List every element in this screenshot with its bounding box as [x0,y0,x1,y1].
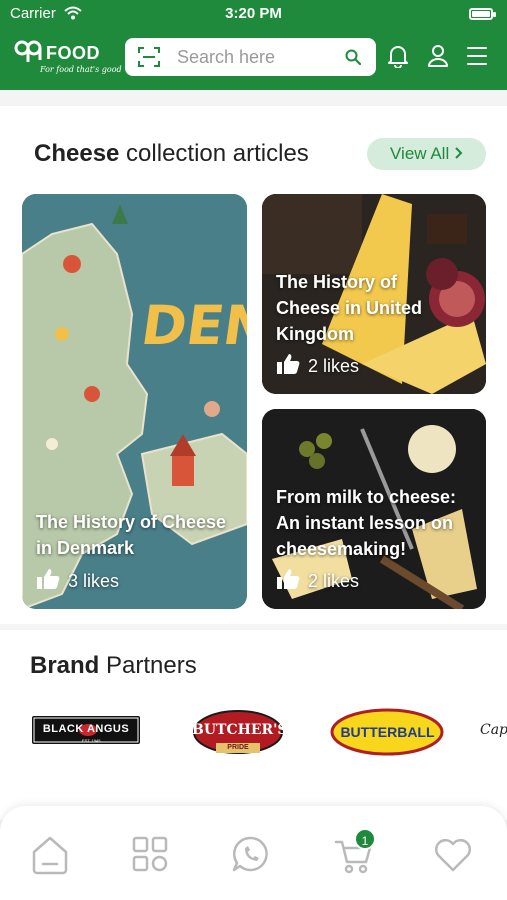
brand-name: FOOD [46,43,100,63]
bell-icon[interactable] [387,44,409,68]
brand-logo-text: BUTCHER'S [192,722,288,738]
thumbs-up-icon [277,569,300,589]
status-bar: Carrier 3:20 PM [0,0,507,28]
brand-logo-text: BUTTERBALL [340,724,435,740]
whatsapp-icon[interactable] [229,832,273,876]
article-title: The History of Cheese in United Kingdom [276,272,423,344]
partner-logo-butterball[interactable]: BUTTERBALL [330,708,445,756]
barcode-scan-icon[interactable] [137,46,161,68]
user-icon[interactable] [427,44,449,68]
status-time: 3:20 PM [225,5,282,22]
article-likes: 2 likes [276,568,359,592]
search-bar[interactable] [125,38,376,76]
brand-logo[interactable]: FOOD For food that's good [14,40,122,76]
brand-logo-text: BLACK ANGUS [42,723,130,735]
heart-icon[interactable] [431,832,475,876]
brand-partners-heading: Brand Partners [30,652,197,679]
brand-logo-text: PRIDE [227,744,249,751]
battery-icon [469,8,496,20]
bottom-tab-bar [0,806,507,900]
article-title: From milk to cheese: An instant lesson o… [276,487,457,559]
grid-icon[interactable] [128,832,172,876]
view-all-button[interactable]: View All [367,138,486,170]
article-card-denmark[interactable]: DENM The History of Cheese in Denmark 3 … [22,194,247,609]
thumbs-up-icon [277,354,300,374]
article-title: The History of Cheese in Denmark [36,512,227,558]
menu-icon[interactable] [466,44,488,68]
brand-partners-section: Brand Partners BLACK ANGUS EST. 1945 BUT… [0,630,507,820]
thumbs-up-icon [37,569,60,589]
search-icon[interactable] [344,48,362,66]
app-header: Carrier 3:20 PM FOOD For food that's goo… [0,0,507,90]
article-card-cheesemaking[interactable]: From milk to cheese: An instant lesson o… [262,409,486,609]
map-lettering: DENM [137,294,247,357]
partner-logo-partial[interactable]: Capa [478,722,507,746]
articles-section: Cheese collection articles View All DENM… [0,106,507,624]
logo-mark-icon [14,40,42,62]
article-likes: 2 likes [276,353,359,377]
search-input[interactable] [177,38,337,76]
article-card-uk[interactable]: The History of Cheese in United Kingdom … [262,194,486,394]
cart-count-badge: 1 [354,828,376,850]
brand-tagline: For food that's good [40,65,122,74]
home-icon[interactable] [28,832,72,876]
chevron-right-icon [455,147,463,159]
brand-logo-text: EST. 1945 [82,738,101,743]
partner-logo-black-angus[interactable]: BLACK ANGUS EST. 1945 [32,714,147,746]
partner-logo-butchers-pride[interactable]: BUTCHER'S PRIDE [192,706,288,758]
brand-logo-text: Capa [480,722,507,738]
article-likes: 3 likes [36,568,119,592]
articles-heading: Cheese collection articles [34,140,309,167]
